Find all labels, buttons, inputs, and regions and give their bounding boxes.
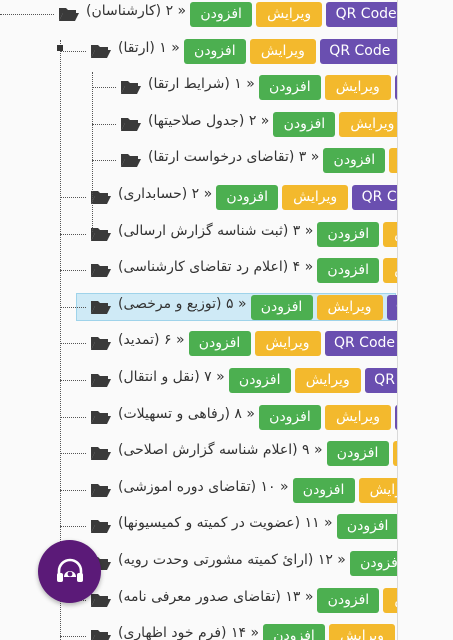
add-button[interactable]: افزودن [258, 75, 321, 101]
add-button[interactable]: افزودن [292, 477, 355, 503]
tree-connector [60, 380, 86, 381]
qr-code-button[interactable]: QR Code [319, 38, 397, 64]
add-button[interactable]: افزودن [250, 294, 313, 320]
edit-button[interactable]: ویرایش [294, 368, 361, 393]
tree-node[interactable]: « ۲ (کارشناسان) افزودن ویرایش QR Code [0, 0, 397, 27]
folder-open-icon[interactable] [90, 408, 112, 426]
tree-guide-line [92, 72, 93, 232]
headset-support-icon [56, 558, 83, 582]
folder-open-icon[interactable] [120, 78, 142, 96]
folder-open-icon[interactable] [120, 115, 142, 133]
tree-connector [60, 489, 86, 491]
add-button[interactable]: افزودن [216, 185, 279, 210]
add-button[interactable]: افزودن [263, 624, 326, 640]
node-label[interactable]: « ۱ (ارتقا) [118, 40, 180, 56]
qr-code-button[interactable]: QR Code [364, 368, 397, 393]
qr-code-button[interactable]: QR Code [326, 2, 397, 27]
node-label[interactable]: « ۱ (شرایط ارتقا) [148, 76, 255, 92]
tree-connector [60, 50, 86, 52]
edit-button[interactable]: ویرایش [358, 477, 397, 503]
edit-button[interactable]: ویرایش [339, 111, 397, 137]
expand-toggle-icon[interactable] [57, 45, 63, 51]
folder-open-icon[interactable] [90, 298, 112, 316]
tree-connector [60, 270, 86, 272]
folder-open-icon[interactable] [90, 334, 112, 352]
tree-connector [60, 233, 86, 235]
add-button[interactable]: افزودن [190, 2, 253, 27]
tree-connector [92, 87, 116, 89]
tree-connector [60, 636, 86, 638]
edit-button[interactable]: ویرایش [329, 624, 396, 640]
edit-button[interactable]: ویرایش [383, 587, 397, 613]
tree-connector [60, 526, 86, 528]
edit-button[interactable]: ویرایش [256, 2, 323, 27]
folder-open-icon[interactable] [90, 627, 112, 640]
edit-button[interactable]: ویرایش [383, 221, 397, 247]
edit-button[interactable]: ویرایش [249, 38, 316, 64]
folder-open-icon[interactable] [90, 591, 112, 609]
qr-code-button[interactable]: QR Code [386, 294, 397, 320]
folder-open-icon[interactable] [58, 5, 80, 23]
tree-connector [60, 453, 86, 455]
folder-open-icon[interactable] [120, 151, 142, 169]
node-label[interactable]: « ۶ (تمدید) [118, 332, 185, 348]
tree-connector [60, 343, 86, 345]
folder-open-icon[interactable] [90, 481, 112, 499]
node-label[interactable]: « ۸ (رفاهی و تسهیلات) [118, 406, 255, 422]
node-label[interactable]: « ۹ (اعلام شناسه گزارش اصلاحی) [118, 442, 323, 458]
add-button[interactable]: افزودن [317, 258, 380, 284]
node-label[interactable]: « ۲ (حسابداری) [118, 186, 212, 202]
add-button[interactable]: افزودن [317, 221, 380, 247]
edit-button[interactable]: ویرایش [282, 185, 349, 210]
add-button[interactable]: افزودن [228, 368, 291, 393]
tree-connector [60, 306, 86, 308]
add-button[interactable]: افزودن [326, 441, 389, 467]
add-button[interactable]: افزودن [183, 38, 246, 64]
tree-connector [60, 416, 86, 418]
add-button[interactable]: افزودن [317, 587, 380, 613]
add-button[interactable]: افزودن [188, 331, 251, 357]
qr-code-button[interactable]: QR Code [324, 331, 397, 357]
node-label[interactable]: « ۲ (کارشناسان) [86, 3, 186, 19]
folder-open-icon[interactable] [90, 371, 112, 389]
edit-button[interactable]: ویرایش [389, 148, 397, 174]
edit-button[interactable]: ویرایش [316, 294, 383, 320]
add-button[interactable]: افزودن [323, 148, 386, 174]
edit-button[interactable]: ویرایش [383, 258, 397, 284]
tree-connector [60, 197, 86, 198]
folder-open-icon[interactable] [90, 517, 112, 535]
edit-button[interactable]: ویرایش [254, 331, 321, 357]
edit-button[interactable]: ویرایش [324, 404, 391, 430]
node-label[interactable]: « ۴ (اعلام رد تقاضای کارشناسی) [118, 259, 313, 275]
node-label[interactable]: « ۱۰ (تقاضای دوره اموزشی) [118, 479, 289, 495]
add-button[interactable]: افزودن [258, 404, 321, 430]
node-label[interactable]: « ۳ (تقاضای درخواست ارتقا) [148, 149, 319, 165]
folder-open-icon[interactable] [90, 225, 112, 243]
add-button[interactable]: افزودن [349, 551, 397, 576]
folder-open-icon[interactable] [90, 444, 112, 462]
tree-connector [92, 123, 116, 125]
add-button[interactable]: افزودن [273, 111, 336, 137]
node-label[interactable]: « ۱۲ (ارائ کمیته مشورتی وحدت رویه) [118, 552, 346, 568]
add-button[interactable]: افزودن [336, 514, 397, 540]
support-chat-button[interactable] [38, 540, 101, 603]
node-label[interactable]: « ۱۱ (عضویت در کمیته و کمیسیونها) [118, 515, 333, 531]
node-label[interactable]: « ۷ (نقل و انتقال) [118, 369, 225, 385]
node-label[interactable]: « ۳ (ثبت شناسه گزارش ارسالی) [118, 223, 313, 239]
folder-open-icon[interactable] [90, 42, 112, 60]
edit-button[interactable]: ویرایش [324, 75, 391, 101]
folder-open-icon[interactable] [90, 188, 112, 206]
tree-connector [92, 160, 116, 162]
node-label[interactable]: « ۲ (جدول صلاحیتها) [148, 113, 269, 129]
node-label[interactable]: « ۱۳ (تقاضای صدور معرفی نامه) [118, 589, 313, 605]
panel-edge [397, 0, 398, 640]
folder-open-icon[interactable] [90, 261, 112, 279]
node-label[interactable]: « ۱۴ (فرم خود اظهاری) [118, 625, 259, 640]
tree-connector [0, 14, 54, 15]
qr-code-button[interactable]: QR Code [352, 185, 397, 210]
node-label[interactable]: « ۵ (توزیع و مرخصی) [118, 296, 247, 312]
